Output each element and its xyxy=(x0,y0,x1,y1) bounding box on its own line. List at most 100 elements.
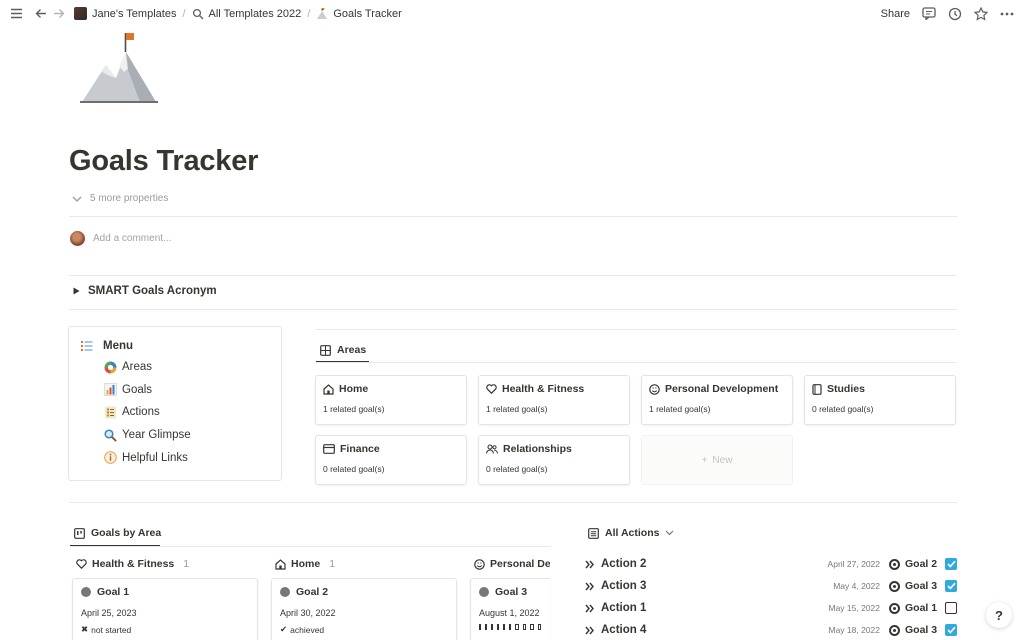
breadcrumb-separator: / xyxy=(182,7,186,20)
page-icon-mountain[interactable] xyxy=(78,30,162,106)
menu-item-actions[interactable]: Actions xyxy=(103,401,269,424)
new-area-button[interactable]: + New xyxy=(641,435,793,485)
chevron-down-icon xyxy=(72,196,82,202)
action-goal-relation[interactable]: Goal 3 xyxy=(889,624,939,636)
goal-card-2[interactable]: Goal 2 April 30, 2022 ✔ achieved xyxy=(271,578,457,640)
area-card-relationships[interactable]: Relationships 0 related goal(s) xyxy=(478,435,630,485)
mountain-flag-icon xyxy=(80,33,158,103)
divider xyxy=(69,309,957,310)
board-column-personal-development[interactable]: Personal Dev xyxy=(474,558,550,570)
area-card-health-fitness[interactable]: Health & Fitness 1 related goal(s) xyxy=(478,375,630,425)
area-card-title: Finance xyxy=(340,443,380,455)
new-label: New xyxy=(712,454,733,466)
comment-icon[interactable] xyxy=(922,7,936,20)
progress-square-empty xyxy=(537,624,542,630)
action-row[interactable]: Action 2 April 27, 2022 Goal 2 xyxy=(585,553,957,575)
area-card-title: Home xyxy=(339,383,369,395)
action-done-checkbox[interactable] xyxy=(945,558,957,570)
share-button[interactable]: Share xyxy=(881,8,910,20)
area-card-home[interactable]: Home 1 related goal(s) xyxy=(315,375,467,425)
progress-square-filled xyxy=(497,624,500,630)
progress-square-empty xyxy=(515,624,519,630)
action-goal-relation[interactable]: Goal 3 xyxy=(889,580,939,592)
goal-title: Goal 2 xyxy=(296,586,329,598)
action-done-checkbox[interactable] xyxy=(945,580,957,592)
menu-item-year-glimpse[interactable]: Year Glimpse xyxy=(103,424,269,447)
back-arrow-icon[interactable] xyxy=(35,8,47,19)
goal-date: April 30, 2022 xyxy=(280,608,336,618)
cross-icon: ✖ xyxy=(81,624,89,634)
page-title[interactable]: Goals Tracker xyxy=(69,145,258,178)
view-label: All Actions xyxy=(605,527,660,539)
area-card-personal-development[interactable]: Personal Development 1 related goal(s) xyxy=(641,375,793,425)
menu-item-label: Helpful Links xyxy=(122,451,188,464)
progress-square-filled xyxy=(485,624,488,630)
goal-card-1[interactable]: Goal 1 April 25, 2023 ✖ not started xyxy=(72,578,258,640)
area-card-finance[interactable]: Finance 0 related goal(s) xyxy=(315,435,467,485)
history-clock-icon[interactable] xyxy=(948,7,962,21)
action-done-checkbox[interactable] xyxy=(945,602,957,614)
progress-square-filled xyxy=(503,624,506,630)
action-row[interactable]: Action 1 May 15, 2022 Goal 1 xyxy=(585,597,957,619)
area-card-title: Personal Development xyxy=(665,383,779,395)
view-all-actions[interactable]: All Actions xyxy=(588,527,674,539)
action-goal-label: Goal 1 xyxy=(905,602,938,614)
list-icon xyxy=(103,405,117,419)
action-goal-label: Goal 3 xyxy=(905,624,938,636)
divider xyxy=(69,275,957,276)
action-name[interactable]: Action 1 xyxy=(585,602,785,614)
action-goal-relation[interactable]: Goal 1 xyxy=(889,602,939,614)
breadcrumb-label: Jane's Templates xyxy=(92,7,177,20)
goal-title: Goal 1 xyxy=(97,586,130,598)
menu-item-goals[interactable]: Goals xyxy=(103,379,269,402)
goal-date: April 25, 2023 xyxy=(81,608,137,618)
toggle-label: SMART Goals Acronym xyxy=(88,285,217,297)
area-card-studies[interactable]: Studies 0 related goal(s) xyxy=(804,375,956,425)
toggle-block-smart-goals[interactable]: SMART Goals Acronym xyxy=(73,285,217,297)
tab-goals-by-area[interactable]: Goals by Area xyxy=(74,527,161,539)
column-title: Health & Fitness xyxy=(92,558,175,570)
menu-item-helpful-links[interactable]: Helpful Links xyxy=(103,446,269,469)
action-goal-relation[interactable]: Goal 2 xyxy=(889,558,939,570)
column-title: Personal Dev xyxy=(490,558,550,570)
action-row[interactable]: Action 4 May 18, 2022 Goal 3 xyxy=(585,619,957,640)
action-name[interactable]: Action 4 xyxy=(585,624,785,636)
target-icon xyxy=(889,624,900,636)
menu-item-areas[interactable]: Areas xyxy=(103,356,269,379)
action-done-checkbox[interactable] xyxy=(945,624,957,636)
top-bar: Jane's Templates / All Templates 2022 / … xyxy=(0,0,1024,27)
more-options-icon[interactable] xyxy=(1000,12,1014,16)
action-row[interactable]: Action 3 May 4, 2022 Goal 3 xyxy=(585,575,957,597)
board-column-home[interactable]: Home 1 xyxy=(275,558,335,570)
areas-icon xyxy=(103,360,117,374)
smiley-icon xyxy=(649,383,660,395)
forward-arrow-icon[interactable] xyxy=(53,8,65,19)
action-name-label: Action 4 xyxy=(601,624,647,636)
target-icon xyxy=(889,558,900,570)
goal-status: ✖ not started xyxy=(81,624,249,635)
action-date: May 15, 2022 xyxy=(828,603,880,613)
comment-input[interactable]: Add a comment... xyxy=(70,231,171,246)
triangle-right-icon[interactable] xyxy=(73,287,80,295)
goal-card-3[interactable]: Goal 3 August 1, 2022 xyxy=(470,578,550,640)
action-goal-label: Goal 3 xyxy=(905,580,938,592)
more-properties-toggle[interactable]: 5 more properties xyxy=(72,193,168,204)
action-name[interactable]: Action 2 xyxy=(585,558,785,570)
double-chevron-right-icon xyxy=(585,582,594,591)
hamburger-menu-icon[interactable] xyxy=(10,8,23,19)
checkmark-icon xyxy=(946,582,956,590)
action-name[interactable]: Action 3 xyxy=(585,580,785,592)
goal-status-dot xyxy=(479,587,489,597)
action-date: May 4, 2022 xyxy=(833,581,880,591)
help-button[interactable]: ? xyxy=(986,602,1012,628)
favorite-star-icon[interactable] xyxy=(974,6,988,21)
menu-heading: Menu xyxy=(81,340,269,352)
tab-areas[interactable]: Areas xyxy=(320,344,366,356)
home-icon xyxy=(323,383,334,395)
breadcrumb-item-templates[interactable]: All Templates 2022 xyxy=(189,6,305,22)
menu-item-label: Goals xyxy=(122,383,153,396)
breadcrumb-item-current[interactable]: Goals Tracker xyxy=(313,6,404,22)
goal-date: August 1, 2022 xyxy=(479,608,540,618)
board-column-health-fitness[interactable]: Health & Fitness 1 xyxy=(76,558,189,570)
breadcrumb-item-workspace[interactable]: Jane's Templates xyxy=(71,5,179,22)
